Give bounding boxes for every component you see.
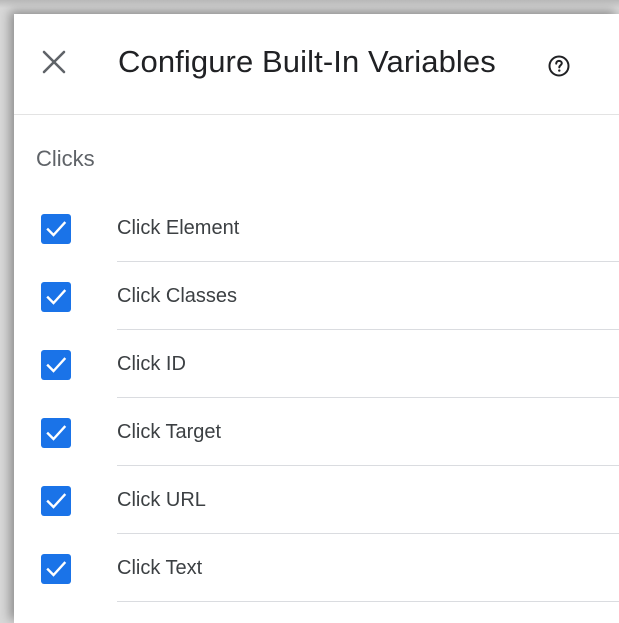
checkbox[interactable] [41, 282, 71, 312]
list-item[interactable]: Click Text [14, 534, 619, 602]
list-item[interactable]: Click ID [14, 330, 619, 398]
checkbox[interactable] [41, 418, 71, 448]
check-icon [46, 357, 67, 373]
close-button[interactable] [40, 48, 68, 76]
variable-label: Click Target [117, 421, 222, 443]
help-circle-icon [548, 55, 570, 77]
variable-label: Click URL [117, 489, 206, 511]
variable-label: Click Text [117, 557, 203, 579]
variable-label: Click Classes [117, 285, 238, 307]
variable-list: Click Element Click Classes Click ID Click … [14, 194, 619, 602]
row-divider [117, 601, 619, 602]
check-icon [46, 493, 67, 509]
check-icon [46, 561, 67, 577]
checkbox[interactable] [41, 486, 71, 516]
checkbox[interactable] [41, 350, 71, 380]
checkbox[interactable] [41, 554, 71, 584]
list-item[interactable]: Click URL [14, 466, 619, 534]
checkbox[interactable] [41, 214, 71, 244]
check-icon [46, 425, 67, 441]
list-item[interactable]: Click Classes [14, 262, 619, 330]
variable-label: Click Element [117, 217, 240, 239]
help-button[interactable] [547, 54, 571, 78]
list-item[interactable]: Click Target [14, 398, 619, 466]
variable-label: Click ID [117, 353, 186, 375]
close-icon [42, 50, 66, 74]
configure-variables-dialog: Configure Built-In Variables Clicks Clic… [14, 14, 619, 623]
dialog-title: Configure Built-In Variables [118, 44, 496, 79]
section-title-clicks: Clicks [36, 146, 95, 171]
list-item[interactable]: Click Element [14, 194, 619, 262]
check-icon [46, 221, 67, 237]
screenshot-frame: Configure Built-In Variables Clicks Clic… [0, 0, 619, 623]
check-icon [46, 289, 67, 305]
dialog-header: Configure Built-In Variables [14, 14, 619, 115]
